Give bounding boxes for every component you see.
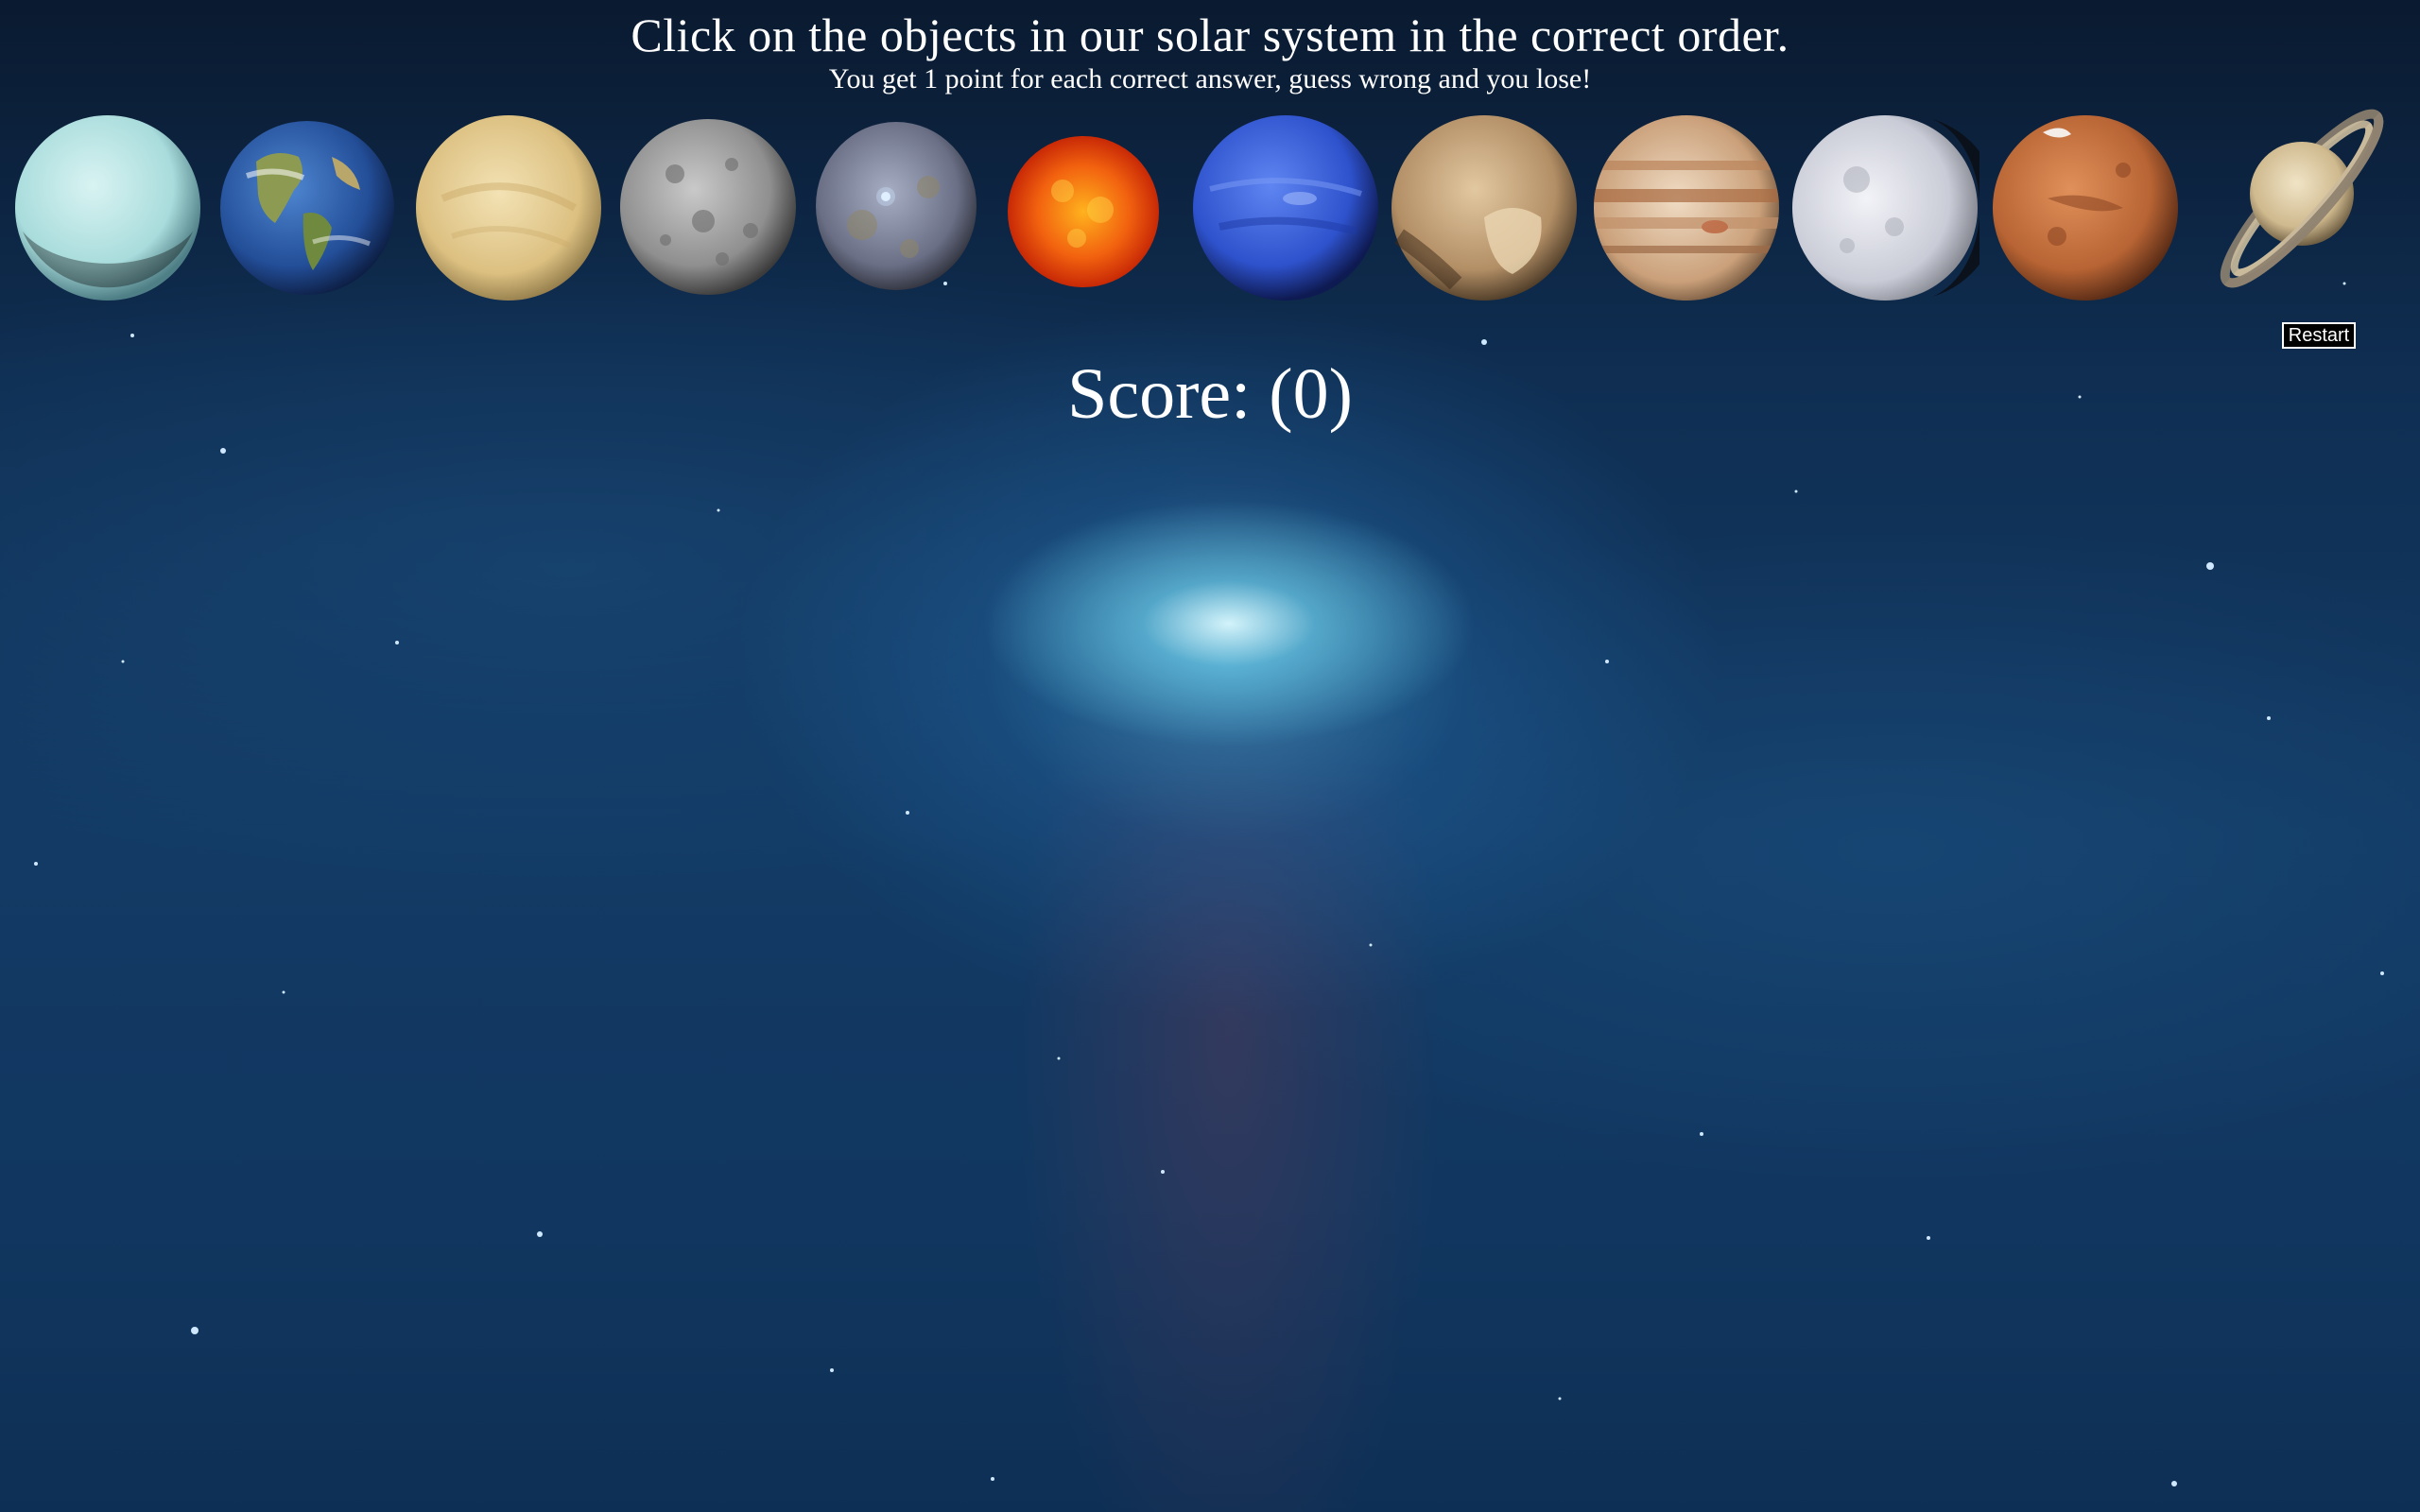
score-display: Score: (0) — [1067, 354, 1353, 434]
page-title: Click on the objects in our solar system… — [631, 9, 1789, 61]
header: Click on the objects in our solar system… — [0, 0, 2420, 96]
neptune-icon[interactable] — [1191, 113, 1380, 302]
saturn-icon[interactable] — [2191, 94, 2412, 302]
moon-icon[interactable] — [1790, 113, 1979, 302]
earth-icon[interactable] — [218, 119, 396, 297]
venus-icon[interactable] — [414, 113, 603, 302]
pluto-icon[interactable] — [1390, 113, 1579, 302]
sun-icon[interactable] — [1006, 134, 1161, 289]
mercury-icon[interactable] — [618, 117, 798, 297]
restart-button[interactable]: Restart — [2282, 322, 2356, 349]
uranus-icon[interactable] — [13, 113, 202, 302]
jupiter-icon[interactable] — [1592, 113, 1781, 302]
ceres-icon[interactable] — [815, 121, 977, 291]
solar-objects-row — [0, 104, 2420, 312]
mars-icon[interactable] — [1991, 113, 2180, 302]
page-subtitle: You get 1 point for each correct answer,… — [828, 63, 1592, 94]
